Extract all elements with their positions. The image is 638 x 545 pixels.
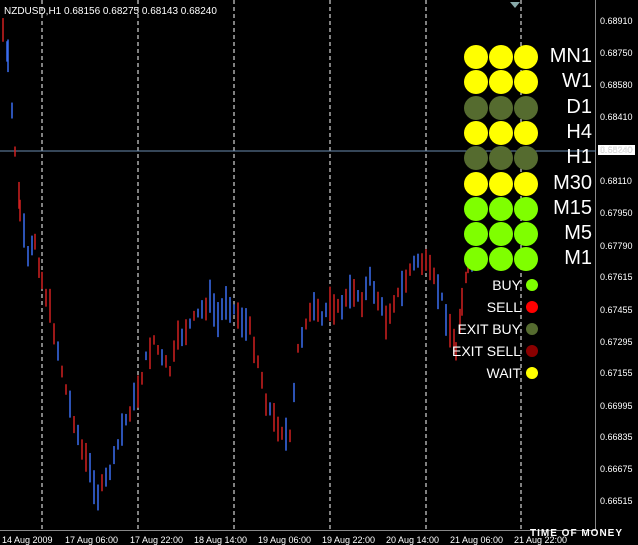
signal-dot-icon [514, 70, 538, 95]
timeframe-label: M5 [564, 222, 592, 245]
timeframe-row-mn1 [464, 44, 539, 70]
signal-dot-icon [489, 95, 513, 120]
signal-dot-icon [489, 171, 513, 196]
timeframe-row-m1 [464, 246, 539, 272]
legend-dot-icon [526, 345, 538, 357]
signal-dot-icon [489, 120, 513, 145]
legend-label: WAIT [486, 365, 521, 381]
price-tick-label: 0.67790 [600, 241, 633, 251]
timeframe-label: W1 [562, 70, 592, 93]
legend-item: EXIT BUY [457, 319, 538, 339]
signal-dot-icon [514, 247, 538, 272]
timeframe-row-h4 [464, 120, 539, 146]
signal-dot-icon [514, 146, 538, 171]
timeframe-label: M30 [553, 171, 592, 194]
signal-dot-icon [514, 222, 538, 247]
price-tick-label: 0.67455 [600, 305, 633, 315]
price-tick-label: 0.68410 [600, 112, 633, 122]
timeframe-label: M15 [553, 196, 592, 219]
price-tick-label: 0.66675 [600, 464, 633, 474]
timeframe-label: MN1 [549, 45, 592, 67]
price-tick-label: 0.68910 [600, 16, 633, 26]
timeframe-label: H4 [566, 120, 592, 143]
signal-dot-icon [464, 196, 488, 221]
legend-item: EXIT SELL [452, 341, 538, 361]
timeframe-row-w1 [464, 69, 539, 95]
time-tick-label: 21 Aug 22:00 [514, 535, 568, 545]
timeframe-label: D1 [566, 95, 592, 118]
signal-dot-icon [489, 146, 513, 171]
legend-dot-icon [526, 301, 538, 313]
legend-item: SELL [487, 297, 538, 317]
legend-label: BUY [492, 277, 521, 293]
signal-dot-icon [514, 196, 538, 221]
price-tick-label: 0.66515 [600, 496, 633, 506]
signal-dot-icon [489, 247, 513, 272]
signal-dot-icon [464, 120, 488, 145]
signal-dot-icon [514, 95, 538, 120]
timeframe-label: H1 [566, 146, 592, 169]
signal-dot-icon [489, 196, 513, 221]
legend-item: BUY [492, 275, 538, 295]
time-tick-label: 21 Aug 06:00 [450, 535, 504, 545]
timeframe-row-d1 [464, 95, 539, 121]
signal-dot-icon [489, 45, 513, 69]
signal-dot-icon [464, 146, 488, 171]
signal-dot-icon [489, 222, 513, 247]
legend-item: WAIT [487, 363, 538, 383]
price-tick-label: 0.68750 [600, 48, 633, 58]
legend-dot-icon [526, 323, 538, 335]
signal-dot-icon [464, 171, 488, 196]
price-tick-label: 0.67155 [600, 368, 633, 378]
legend-dot-icon [526, 279, 538, 291]
legend-dot-icon [526, 367, 538, 379]
signal-dot-icon [464, 95, 488, 120]
signal-dot-icon [514, 45, 538, 69]
legend-label: EXIT SELL [451, 343, 521, 359]
price-tick-label: 0.67950 [600, 208, 633, 218]
signal-dot-icon [489, 70, 513, 95]
signal-dot-icon [514, 171, 538, 196]
price-tick-label: 0.68110 [600, 176, 632, 186]
signal-dot-icon [464, 247, 488, 272]
time-tick-label: 18 Aug 14:00 [194, 535, 248, 545]
timeframe-row-m5 [464, 221, 539, 247]
time-tick-label: 20 Aug 14:00 [386, 535, 440, 545]
price-tick-label: 0.66835 [600, 432, 633, 442]
time-tick-label: 17 Aug 22:00 [130, 535, 184, 545]
timeframe-row-m15 [464, 196, 539, 222]
price-tick-label: 0.66995 [600, 401, 633, 411]
signal-dot-icon [514, 120, 538, 145]
legend-label: EXIT BUY [457, 321, 521, 337]
signal-dot-icon [464, 222, 488, 247]
time-tick-label: 14 Aug 2009 [2, 535, 53, 545]
price-tick-label: 0.67295 [600, 337, 633, 347]
timeframe-row-m30 [464, 171, 539, 197]
signal-dot-icon [464, 70, 488, 95]
chart-window: NZDUSD,H1 0.68156 0.68275 0.68143 0.6824… [0, 0, 638, 545]
timeframe-label: M1 [564, 247, 592, 270]
signal-dot-icon [464, 45, 488, 69]
chart-title: NZDUSD,H1 0.68156 0.68275 0.68143 0.6824… [4, 6, 217, 17]
price-tick-label: 0.68580 [600, 80, 633, 90]
price-tick-label: 0.67615 [600, 272, 633, 282]
time-tick-label: 19 Aug 22:00 [322, 535, 376, 545]
legend-label: SELL [486, 299, 521, 315]
price-tick-label: 0.68240 [600, 145, 633, 155]
time-tick-label: 19 Aug 06:00 [258, 535, 312, 545]
shift-marker-icon[interactable] [510, 2, 520, 8]
time-tick-label: 17 Aug 06:00 [65, 535, 119, 545]
timeframe-row-h1 [464, 145, 539, 171]
